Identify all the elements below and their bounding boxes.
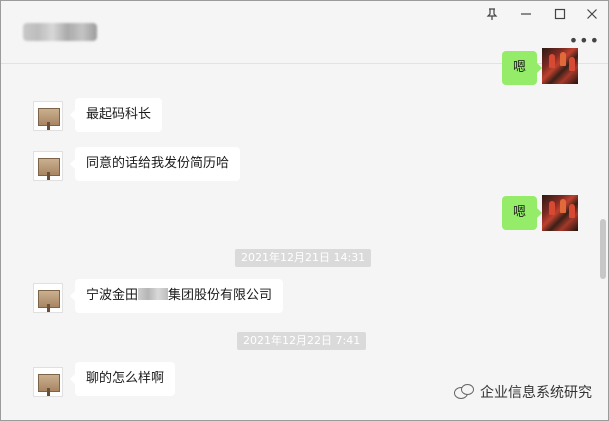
pin-button[interactable]	[481, 5, 503, 23]
contact-avatar[interactable]	[33, 151, 63, 181]
watermark-text: 企业信息系统研究	[480, 385, 592, 401]
blurred-contact-name	[23, 23, 97, 41]
contact-avatar[interactable]	[33, 101, 63, 131]
maximize-icon	[554, 8, 566, 20]
timestamp: 2021年12月22日 7:41	[237, 332, 367, 350]
minimize-button[interactable]	[515, 5, 537, 23]
wechat-icon	[454, 384, 474, 400]
message-text: 宁波金田	[86, 288, 139, 303]
self-avatar[interactable]	[542, 195, 578, 231]
close-icon	[587, 9, 597, 19]
self-avatar[interactable]	[542, 48, 578, 84]
message-text: 集团股份有限公司	[168, 288, 273, 303]
message-bubble-sent[interactable]: 嗯	[501, 196, 543, 230]
contact-avatar[interactable]	[33, 367, 63, 397]
close-button[interactable]	[581, 5, 603, 23]
chat-window: ••• 嗯 最起码科长 同意的话给我发份简历哈 嗯 2021年12月21日 14…	[0, 0, 609, 421]
contact-avatar[interactable]	[33, 283, 63, 313]
message-bubble-sent[interactable]: 嗯	[501, 51, 543, 85]
redacted-text	[138, 288, 169, 300]
pin-icon	[486, 7, 498, 20]
minimize-icon	[521, 13, 531, 15]
message-bubble-received[interactable]: 聊的怎么样啊	[69, 362, 176, 396]
watermark: 企业信息系统研究	[454, 382, 592, 402]
message-bubble-received[interactable]: 同意的话给我发份简历哈	[69, 147, 241, 181]
scrollbar-thumb[interactable]	[600, 219, 606, 279]
message-bubble-received[interactable]: 最起码科长	[69, 98, 163, 132]
timestamp: 2021年12月21日 14:31	[235, 249, 372, 267]
message-bubble-received[interactable]: 宁波金田 集团股份有限公司	[69, 279, 284, 313]
message-list: 嗯 最起码科长 同意的话给我发份简历哈 嗯 2021年12月21日 14:31 …	[1, 48, 597, 420]
maximize-button[interactable]	[549, 5, 571, 23]
